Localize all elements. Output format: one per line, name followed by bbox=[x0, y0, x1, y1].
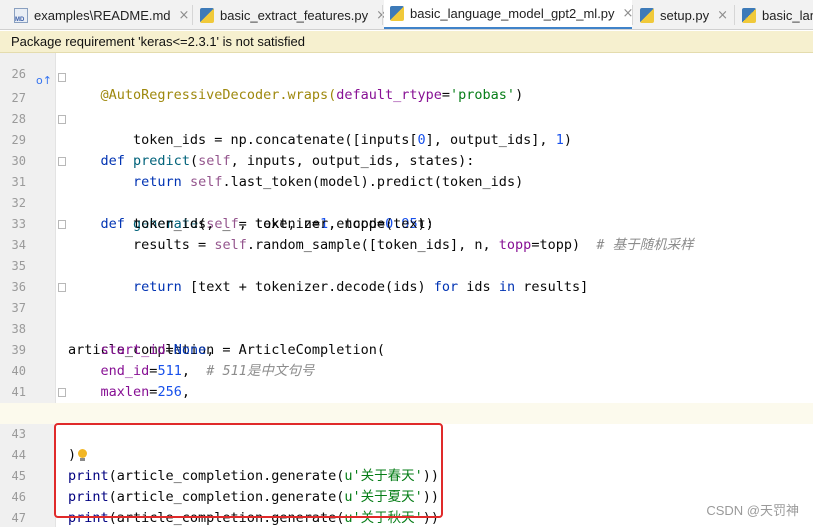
banner-text: Package requirement 'keras<=2.3.1' is no… bbox=[11, 34, 306, 49]
line-number: 47 bbox=[11, 511, 26, 525]
code-line[interactable]: 41 minlen=128 bbox=[0, 361, 813, 421]
tab-basic-language-model-gpt2-ml[interactable]: basic_language_model_gpt2_ml.py × bbox=[384, 0, 633, 29]
markdown-file-icon bbox=[14, 7, 28, 23]
code-line[interactable]: 38 start_id=None, bbox=[0, 298, 813, 358]
fold-marker-icon[interactable] bbox=[58, 115, 66, 124]
tab-divider bbox=[734, 5, 735, 25]
highlight-annotation-box bbox=[54, 423, 443, 518]
package-requirement-banner: Package requirement 'keras<=2.3.1' is no… bbox=[0, 31, 813, 53]
code-line[interactable]: 37 article_completion = ArticleCompletio… bbox=[0, 277, 813, 358]
tab-label: examples\README.md bbox=[34, 7, 171, 23]
code-line[interactable]: 34 return [text + tokenizer.decode(ids) … bbox=[0, 214, 813, 295]
python-file-icon bbox=[390, 6, 404, 21]
tab-label: basic_language_model_gpt2_ml.py bbox=[410, 6, 615, 21]
python-file-icon bbox=[640, 7, 654, 23]
code-line-current[interactable]: 43 bbox=[0, 403, 813, 441]
tab-divider bbox=[382, 5, 383, 25]
python-file-icon bbox=[742, 7, 756, 23]
tab-label: basic_lang bbox=[762, 7, 813, 23]
code-line[interactable]: 30 bbox=[0, 130, 813, 168]
code-line[interactable]: 28 token_ids = np.concatenate([inputs[0]… bbox=[0, 88, 813, 148]
code-line[interactable]: 29 return self.last_token(model).predict… bbox=[0, 109, 813, 190]
fold-marker-icon[interactable] bbox=[58, 157, 66, 166]
tab-setup-py[interactable]: setup.py × bbox=[634, 0, 734, 29]
editor-tab-bar: examples\README.md × basic_extract_featu… bbox=[0, 0, 813, 30]
code-line[interactable]: 39 end_id=511, # 511是中文句号 bbox=[0, 319, 813, 379]
close-icon[interactable]: × bbox=[717, 8, 728, 23]
code-line[interactable]: 32 token_ids, _ = tokenizer.encode(text) bbox=[0, 172, 813, 232]
fold-marker-icon[interactable] bbox=[58, 283, 66, 292]
csdn-watermark: CSDN @天罚神 bbox=[706, 503, 799, 518]
python-file-icon bbox=[200, 7, 214, 23]
code-line[interactable]: 27 o↑ def predict(self, inputs, output_i… bbox=[0, 67, 813, 169]
code-line[interactable]: 36 bbox=[0, 256, 813, 294]
code-line[interactable]: 40 maxlen=256, bbox=[0, 340, 813, 400]
code-line[interactable]: 42 ) bbox=[0, 382, 813, 463]
fold-marker-icon[interactable] bbox=[58, 73, 66, 82]
close-icon[interactable]: × bbox=[179, 8, 190, 23]
fold-marker-icon[interactable] bbox=[58, 220, 66, 229]
tab-basic-lang-truncated[interactable]: basic_lang bbox=[736, 0, 813, 29]
tab-divider bbox=[632, 5, 633, 25]
code-line[interactable]: 35 bbox=[0, 235, 813, 273]
tab-basic-extract-features[interactable]: basic_extract_features.py × bbox=[194, 0, 387, 29]
tab-label: setup.py bbox=[660, 7, 710, 23]
fold-marker-icon[interactable] bbox=[58, 388, 66, 397]
code-line[interactable]: 33 results = self.random_sample([token_i… bbox=[0, 193, 813, 253]
tab-readme-md[interactable]: examples\README.md × bbox=[8, 0, 192, 29]
tab-divider bbox=[192, 5, 193, 25]
code-line[interactable]: 26 @AutoRegressiveDecoder.wraps(default_… bbox=[0, 53, 813, 103]
tab-label: basic_extract_features.py bbox=[220, 7, 369, 23]
code-line[interactable]: 31 def generate(self, text, n=1, topp=0.… bbox=[0, 151, 813, 232]
